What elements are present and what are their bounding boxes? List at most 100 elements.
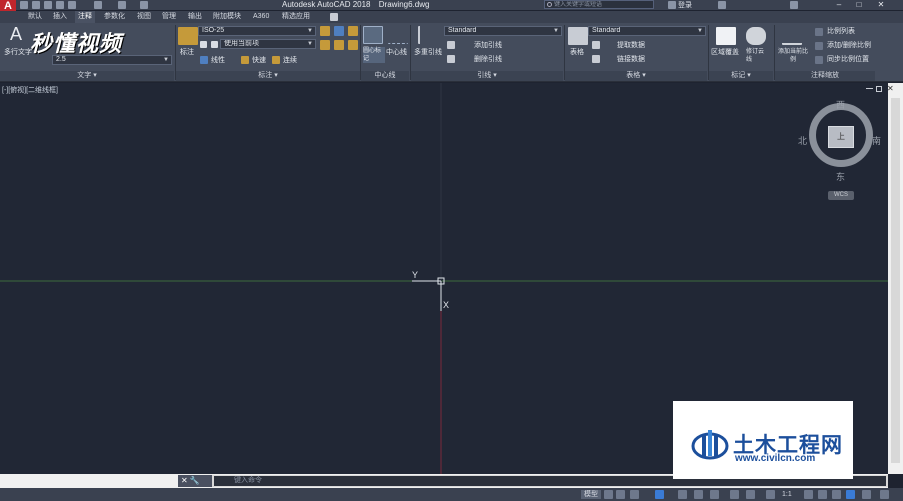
snap-icon[interactable] xyxy=(616,490,625,499)
tab-output[interactable]: 输出 xyxy=(188,11,202,23)
dim-tool-icon[interactable] xyxy=(320,40,330,50)
panel-title-text[interactable]: 文字 ▾ xyxy=(0,71,174,81)
panel-title-table[interactable]: 表格 ▾ xyxy=(565,71,707,81)
lineweight-icon[interactable] xyxy=(730,490,739,499)
plus-icon[interactable] xyxy=(818,490,827,499)
table-button[interactable]: 表格 xyxy=(570,48,584,57)
osnap-tracking-icon[interactable] xyxy=(694,490,703,499)
viewcube[interactable]: 上 北 南 西 东 WCS xyxy=(798,98,882,200)
scrollbar-thumb[interactable] xyxy=(891,98,900,463)
tab-addins[interactable]: 附加模块 xyxy=(213,11,241,23)
quick-dim-button[interactable]: 快速 xyxy=(252,56,266,65)
viewport-minimize-icon[interactable] xyxy=(866,86,873,89)
undo-icon[interactable] xyxy=(94,1,102,9)
table-style-combo[interactable]: Standard ▼ xyxy=(588,26,706,36)
workspace-icon[interactable] xyxy=(140,1,148,9)
compass-east[interactable]: 东 xyxy=(836,170,845,183)
compass-south[interactable]: 南 xyxy=(872,134,881,147)
remove-leader-button[interactable]: 删除引线 xyxy=(474,55,502,64)
isolate-objects-icon[interactable] xyxy=(846,490,855,499)
open-icon[interactable] xyxy=(32,1,40,9)
add-leader-button[interactable]: 添加引线 xyxy=(474,41,502,50)
model-space-button[interactable]: 模型 xyxy=(581,490,601,499)
polar-icon[interactable] xyxy=(655,490,664,499)
tab-view[interactable]: 视图 xyxy=(137,11,151,23)
workspace-icon[interactable] xyxy=(832,490,841,499)
centerline-button[interactable]: 中心线 xyxy=(386,48,407,57)
add-delete-scales-button[interactable]: 添加/删除比例 xyxy=(827,41,871,50)
close-button[interactable]: ✕ xyxy=(874,0,888,10)
save-as-icon[interactable] xyxy=(56,1,64,9)
annotation-scale-value[interactable]: 1:1 xyxy=(782,490,792,499)
maximize-button[interactable]: □ xyxy=(852,0,866,10)
tab-parametric[interactable]: 参数化 xyxy=(104,11,125,23)
annotation-scale-icon[interactable] xyxy=(782,27,802,45)
tab-a360[interactable]: A360 xyxy=(253,11,269,23)
tab-insert[interactable]: 插入 xyxy=(53,11,67,23)
dim-tool-icon[interactable] xyxy=(334,40,344,50)
hardware-acceleration-icon[interactable] xyxy=(862,490,871,499)
compass-west[interactable]: 西 xyxy=(836,98,845,111)
wipeout-button[interactable]: 区域覆盖 xyxy=(711,48,739,57)
redo-icon[interactable] xyxy=(118,1,126,9)
customization-icon[interactable] xyxy=(880,490,889,499)
transparency-icon[interactable] xyxy=(746,490,755,499)
dim-style-combo[interactable]: ISO-25 ▼ xyxy=(198,26,316,36)
print-icon[interactable] xyxy=(68,1,76,9)
new-icon[interactable] xyxy=(20,1,28,9)
osnap-icon[interactable] xyxy=(710,490,719,499)
command-line-tools[interactable]: ✕ 🔧 xyxy=(178,475,212,487)
continue-dim-button[interactable]: 连续 xyxy=(283,56,297,65)
multiline-text-big-icon[interactable]: A xyxy=(10,24,22,44)
multileader-icon[interactable] xyxy=(418,26,438,44)
scale-list-button[interactable]: 比例列表 xyxy=(827,27,855,36)
revcloud-button[interactable]: 修订云线 xyxy=(746,48,766,64)
panel-title-leader[interactable]: 引线 ▾ xyxy=(411,71,563,81)
minimize-button[interactable]: – xyxy=(832,0,846,10)
help-icon[interactable] xyxy=(790,1,798,9)
dim-tool-icon[interactable] xyxy=(348,40,358,50)
user-icon[interactable] xyxy=(668,1,676,9)
dimension-button[interactable]: 标注 xyxy=(180,48,194,57)
dim-tool-icon[interactable] xyxy=(348,26,358,36)
ribbon-toggle-icon[interactable] xyxy=(330,13,338,21)
multiline-text-button[interactable]: 多行文字 xyxy=(4,48,32,57)
tab-manage[interactable]: 管理 xyxy=(162,11,176,23)
viewport-close-icon[interactable]: ✕ xyxy=(887,84,894,93)
tab-default[interactable]: 默认 xyxy=(28,11,42,23)
centerline-icon[interactable] xyxy=(388,26,408,44)
compass-north[interactable]: 北 xyxy=(798,134,807,147)
multileader-button[interactable]: 多重引线 xyxy=(414,48,442,57)
ortho-icon[interactable] xyxy=(630,490,639,499)
tab-annotate[interactable]: 注释 xyxy=(75,11,95,23)
add-current-scale-button[interactable]: 添加当前比例 xyxy=(777,48,809,64)
panel-title-dim[interactable]: 标注 ▾ xyxy=(176,71,360,81)
center-mark-button[interactable]: 圆心标记 xyxy=(363,47,385,63)
leader-style-combo[interactable]: Standard ▼ xyxy=(444,26,562,36)
vertical-scrollbar[interactable] xyxy=(888,83,903,474)
sync-scale-positions-button[interactable]: 同步比例位置 xyxy=(827,55,869,64)
linear-dim-button[interactable]: 线性 xyxy=(211,56,225,65)
login-button[interactable]: 登录 xyxy=(678,0,692,10)
annotation-visibility-icon[interactable] xyxy=(766,490,775,499)
panel-title-markup[interactable]: 标记 ▾ xyxy=(709,71,773,81)
dim-layer-combo[interactable]: 使用当前项 ▼ xyxy=(220,39,316,49)
revcloud-icon[interactable] xyxy=(746,27,766,45)
dim-tool-icon[interactable] xyxy=(334,26,344,36)
isodraft-icon[interactable] xyxy=(678,490,687,499)
link-data-button[interactable]: 链接数据 xyxy=(617,55,645,64)
viewcube-top-face[interactable]: 上 xyxy=(828,126,854,148)
settings-icon[interactable] xyxy=(804,490,813,499)
exchange-icon[interactable] xyxy=(718,1,726,9)
table-icon[interactable] xyxy=(568,27,588,45)
dim-tool-icon[interactable] xyxy=(320,26,330,36)
wipeout-icon[interactable] xyxy=(716,27,736,45)
wcs-menu[interactable]: WCS xyxy=(828,191,854,200)
dimension-icon[interactable] xyxy=(178,27,198,45)
extract-data-button[interactable]: 提取数据 xyxy=(617,41,645,50)
grid-icon[interactable] xyxy=(604,490,613,499)
tab-featured-apps[interactable]: 精选应用 xyxy=(282,11,310,23)
search-input[interactable]: 键入关键字或短语 xyxy=(544,0,654,9)
center-mark-icon[interactable] xyxy=(363,26,383,44)
save-icon[interactable] xyxy=(44,1,52,9)
